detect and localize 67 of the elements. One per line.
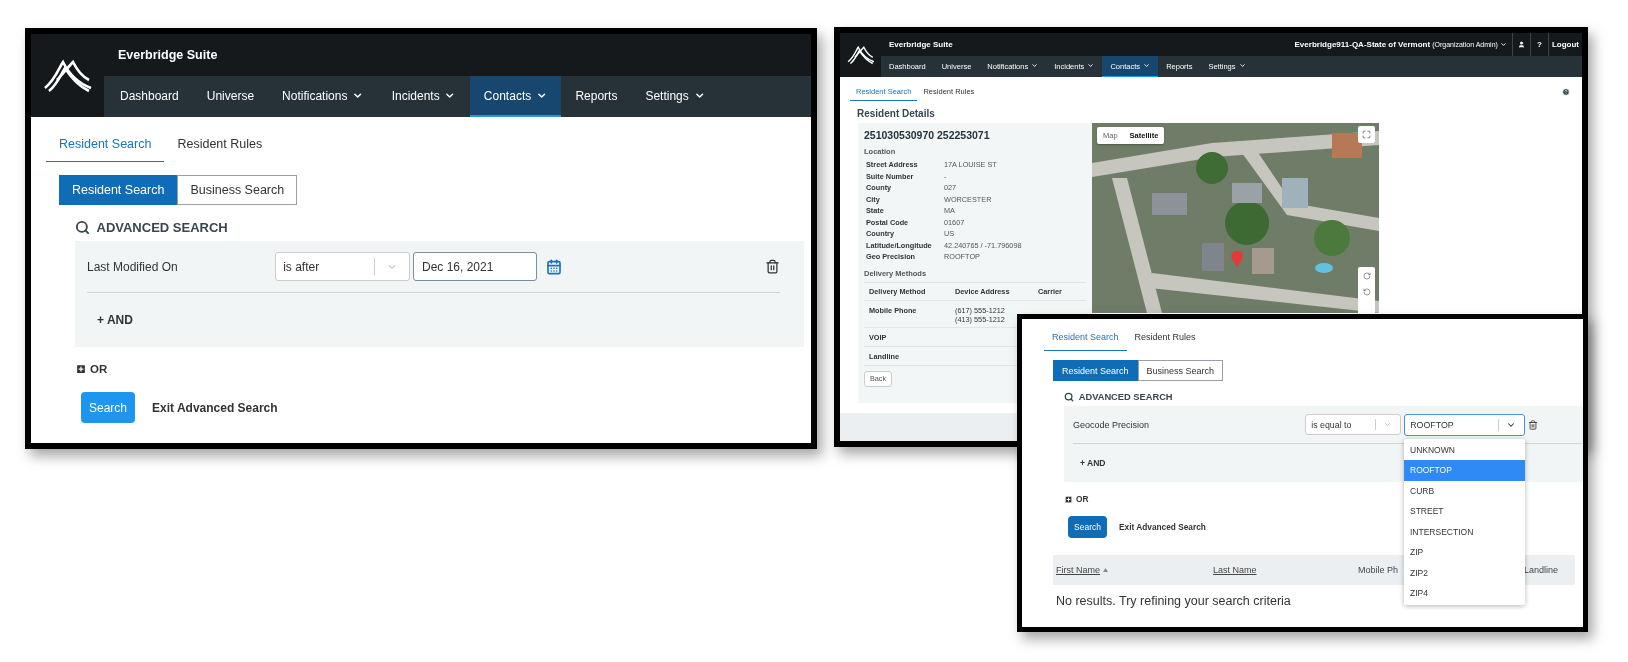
operator-select[interactable]: is equal to — [1305, 414, 1401, 435]
delete-icon[interactable] — [765, 259, 780, 274]
dropdown-option[interactable]: INTERSECTION — [1404, 521, 1525, 542]
add-and-link[interactable]: + AND — [97, 313, 133, 327]
chevron-icon — [1238, 62, 1246, 70]
condition-field-label: Geocode Precision — [1073, 419, 1151, 430]
search-type-button[interactable]: Business Search — [1137, 360, 1224, 381]
value-select[interactable]: ROOFTOP — [1404, 413, 1525, 436]
search-type-button[interactable]: Resident Search — [1053, 360, 1138, 381]
search-type-button[interactable]: Business Search — [177, 175, 298, 205]
fullscreen-icon — [1362, 130, 1371, 139]
nav-tab[interactable]: Dashboard — [106, 76, 193, 117]
nav-tab[interactable]: Reports — [561, 76, 632, 117]
dropdown-option[interactable]: STREET — [1404, 501, 1525, 522]
resident-id: 251030530970 252253071 — [864, 129, 991, 141]
chevron-icon — [1087, 62, 1095, 70]
dropdown-option[interactable]: ZIP4 — [1404, 583, 1525, 604]
column-header[interactable]: First Name — [1056, 565, 1108, 575]
tab[interactable]: Resident Search — [1044, 323, 1127, 351]
nav-tab[interactable]: Incidents — [377, 76, 470, 117]
add-or-link[interactable]: OR — [90, 363, 108, 375]
page-heading: Resident Details — [857, 108, 936, 119]
calendar-icon[interactable] — [546, 258, 562, 275]
exit-advanced-search-link[interactable]: Exit Advanced Search — [1119, 522, 1206, 532]
chevron-icon — [1031, 62, 1039, 70]
nav-tab[interactable]: Universe — [192, 76, 269, 117]
help-icon[interactable] — [1562, 87, 1570, 96]
tab[interactable]: Resident Rules — [1126, 323, 1204, 351]
operator-select[interactable]: is after — [275, 252, 410, 281]
sort-up-icon — [1103, 568, 1108, 572]
chevron-icon — [1383, 420, 1393, 429]
add-or-link[interactable]: OR — [1076, 494, 1089, 504]
plus-square-icon[interactable] — [75, 363, 87, 375]
dropdown-option[interactable]: UNKNOWN — [1404, 439, 1525, 460]
chevron-icon — [1143, 62, 1151, 70]
plus-square-icon[interactable] — [1064, 494, 1073, 504]
logo-icon — [42, 58, 93, 93]
rotate-right-icon[interactable] — [1362, 272, 1371, 280]
tab[interactable]: Resident Search — [46, 129, 165, 162]
logo-icon — [846, 45, 875, 65]
chevron-icon — [1499, 41, 1507, 48]
tab[interactable]: Resident Rules — [164, 129, 276, 162]
nav-tab[interactable]: Settings — [631, 76, 719, 117]
user-icon[interactable] — [1517, 41, 1525, 48]
dropdown-option[interactable]: ZIP2 — [1404, 562, 1525, 583]
dropdown-option[interactable]: ZIP — [1404, 542, 1525, 563]
condition-field-label: Last Modified On — [87, 259, 179, 274]
search-icon — [75, 220, 90, 235]
column-header: Mobile Ph — [1358, 565, 1399, 575]
add-and-link[interactable]: + AND — [1080, 458, 1106, 468]
app-title: Everbridge Suite — [117, 48, 218, 62]
exit-advanced-search-link[interactable]: Exit Advanced Search — [152, 400, 278, 415]
search-button[interactable]: Search — [1068, 516, 1107, 538]
column-header[interactable]: Last Name — [1213, 565, 1257, 575]
dropdown-option[interactable]: CURB — [1404, 480, 1525, 501]
empty-results-message: No results. Try refining your search criteria — [1056, 594, 1292, 608]
app-title: Everbridge Suite — [888, 40, 953, 49]
search-type-button[interactable]: Resident Search — [59, 175, 178, 205]
nav-tab[interactable]: Contacts — [469, 76, 562, 117]
advanced-search-title: ADVANCED SEARCH — [1078, 392, 1173, 402]
date-field[interactable]: Dec 16, 2021 — [413, 252, 537, 281]
rotate-left-icon[interactable] — [1362, 288, 1371, 296]
delete-icon[interactable] — [1528, 419, 1538, 430]
column-header: Landline — [1524, 565, 1559, 575]
nav-tab[interactable]: Notifications — [268, 76, 378, 117]
advanced-search-title: ADVANCED SEARCH — [96, 220, 228, 235]
search-icon — [1064, 392, 1074, 402]
